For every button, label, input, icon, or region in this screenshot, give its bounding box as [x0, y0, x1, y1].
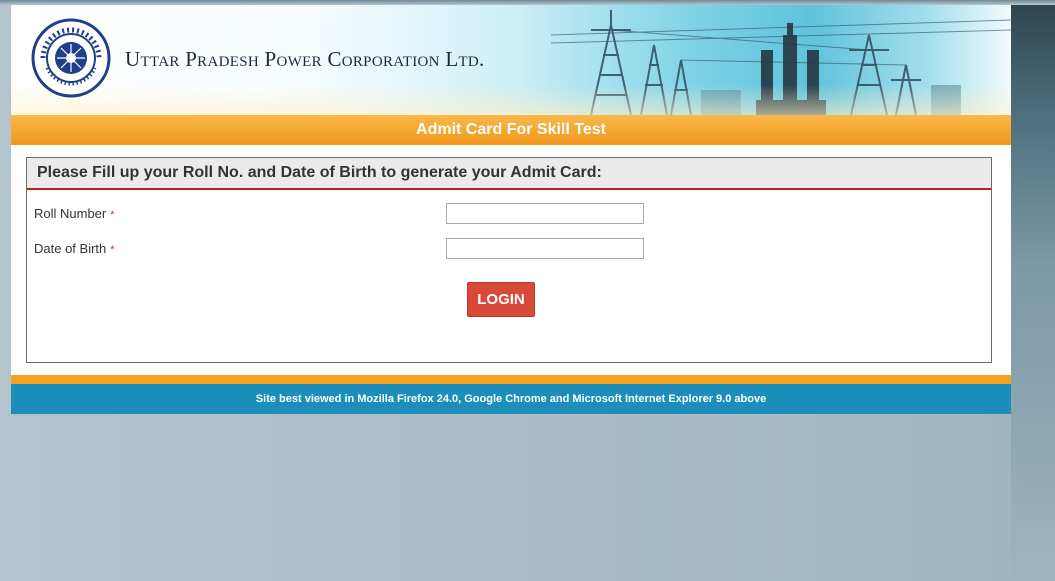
- header-banner: Uttar Pradesh Power Corporation Ltd.: [11, 5, 1011, 115]
- roll-number-input[interactable]: [446, 203, 644, 224]
- organization-name: Uttar Pradesh Power Corporation Ltd.: [125, 47, 485, 71]
- page-title: Admit Card For Skill Test: [416, 121, 606, 138]
- admit-card-form: Please Fill up your Roll No. and Date of…: [26, 157, 992, 363]
- form-heading-bar: Please Fill up your Roll No. and Date of…: [27, 158, 991, 190]
- banner-haze: [11, 85, 1011, 115]
- uppcl-emblem-icon: [31, 18, 111, 98]
- dob-label: Date of Birth *: [34, 241, 115, 256]
- dob-input[interactable]: [446, 238, 644, 259]
- required-mark: *: [110, 244, 115, 256]
- footer-text: Site best viewed in Mozilla Firefox 24.0…: [255, 393, 767, 405]
- page-container: Uttar Pradesh Power Corporation Ltd. Adm…: [11, 5, 1011, 414]
- roll-number-label: Roll Number *: [34, 206, 115, 221]
- page-background-strip: [1011, 5, 1055, 581]
- form-heading: Please Fill up your Roll No. and Date of…: [37, 164, 602, 181]
- footer-bar: Site best viewed in Mozilla Firefox 24.0…: [11, 384, 1011, 414]
- required-mark: *: [110, 209, 115, 221]
- footer-orange-band: [11, 375, 1011, 384]
- title-bar: Admit Card For Skill Test: [11, 115, 1011, 145]
- login-button[interactable]: LOGIN: [467, 282, 535, 317]
